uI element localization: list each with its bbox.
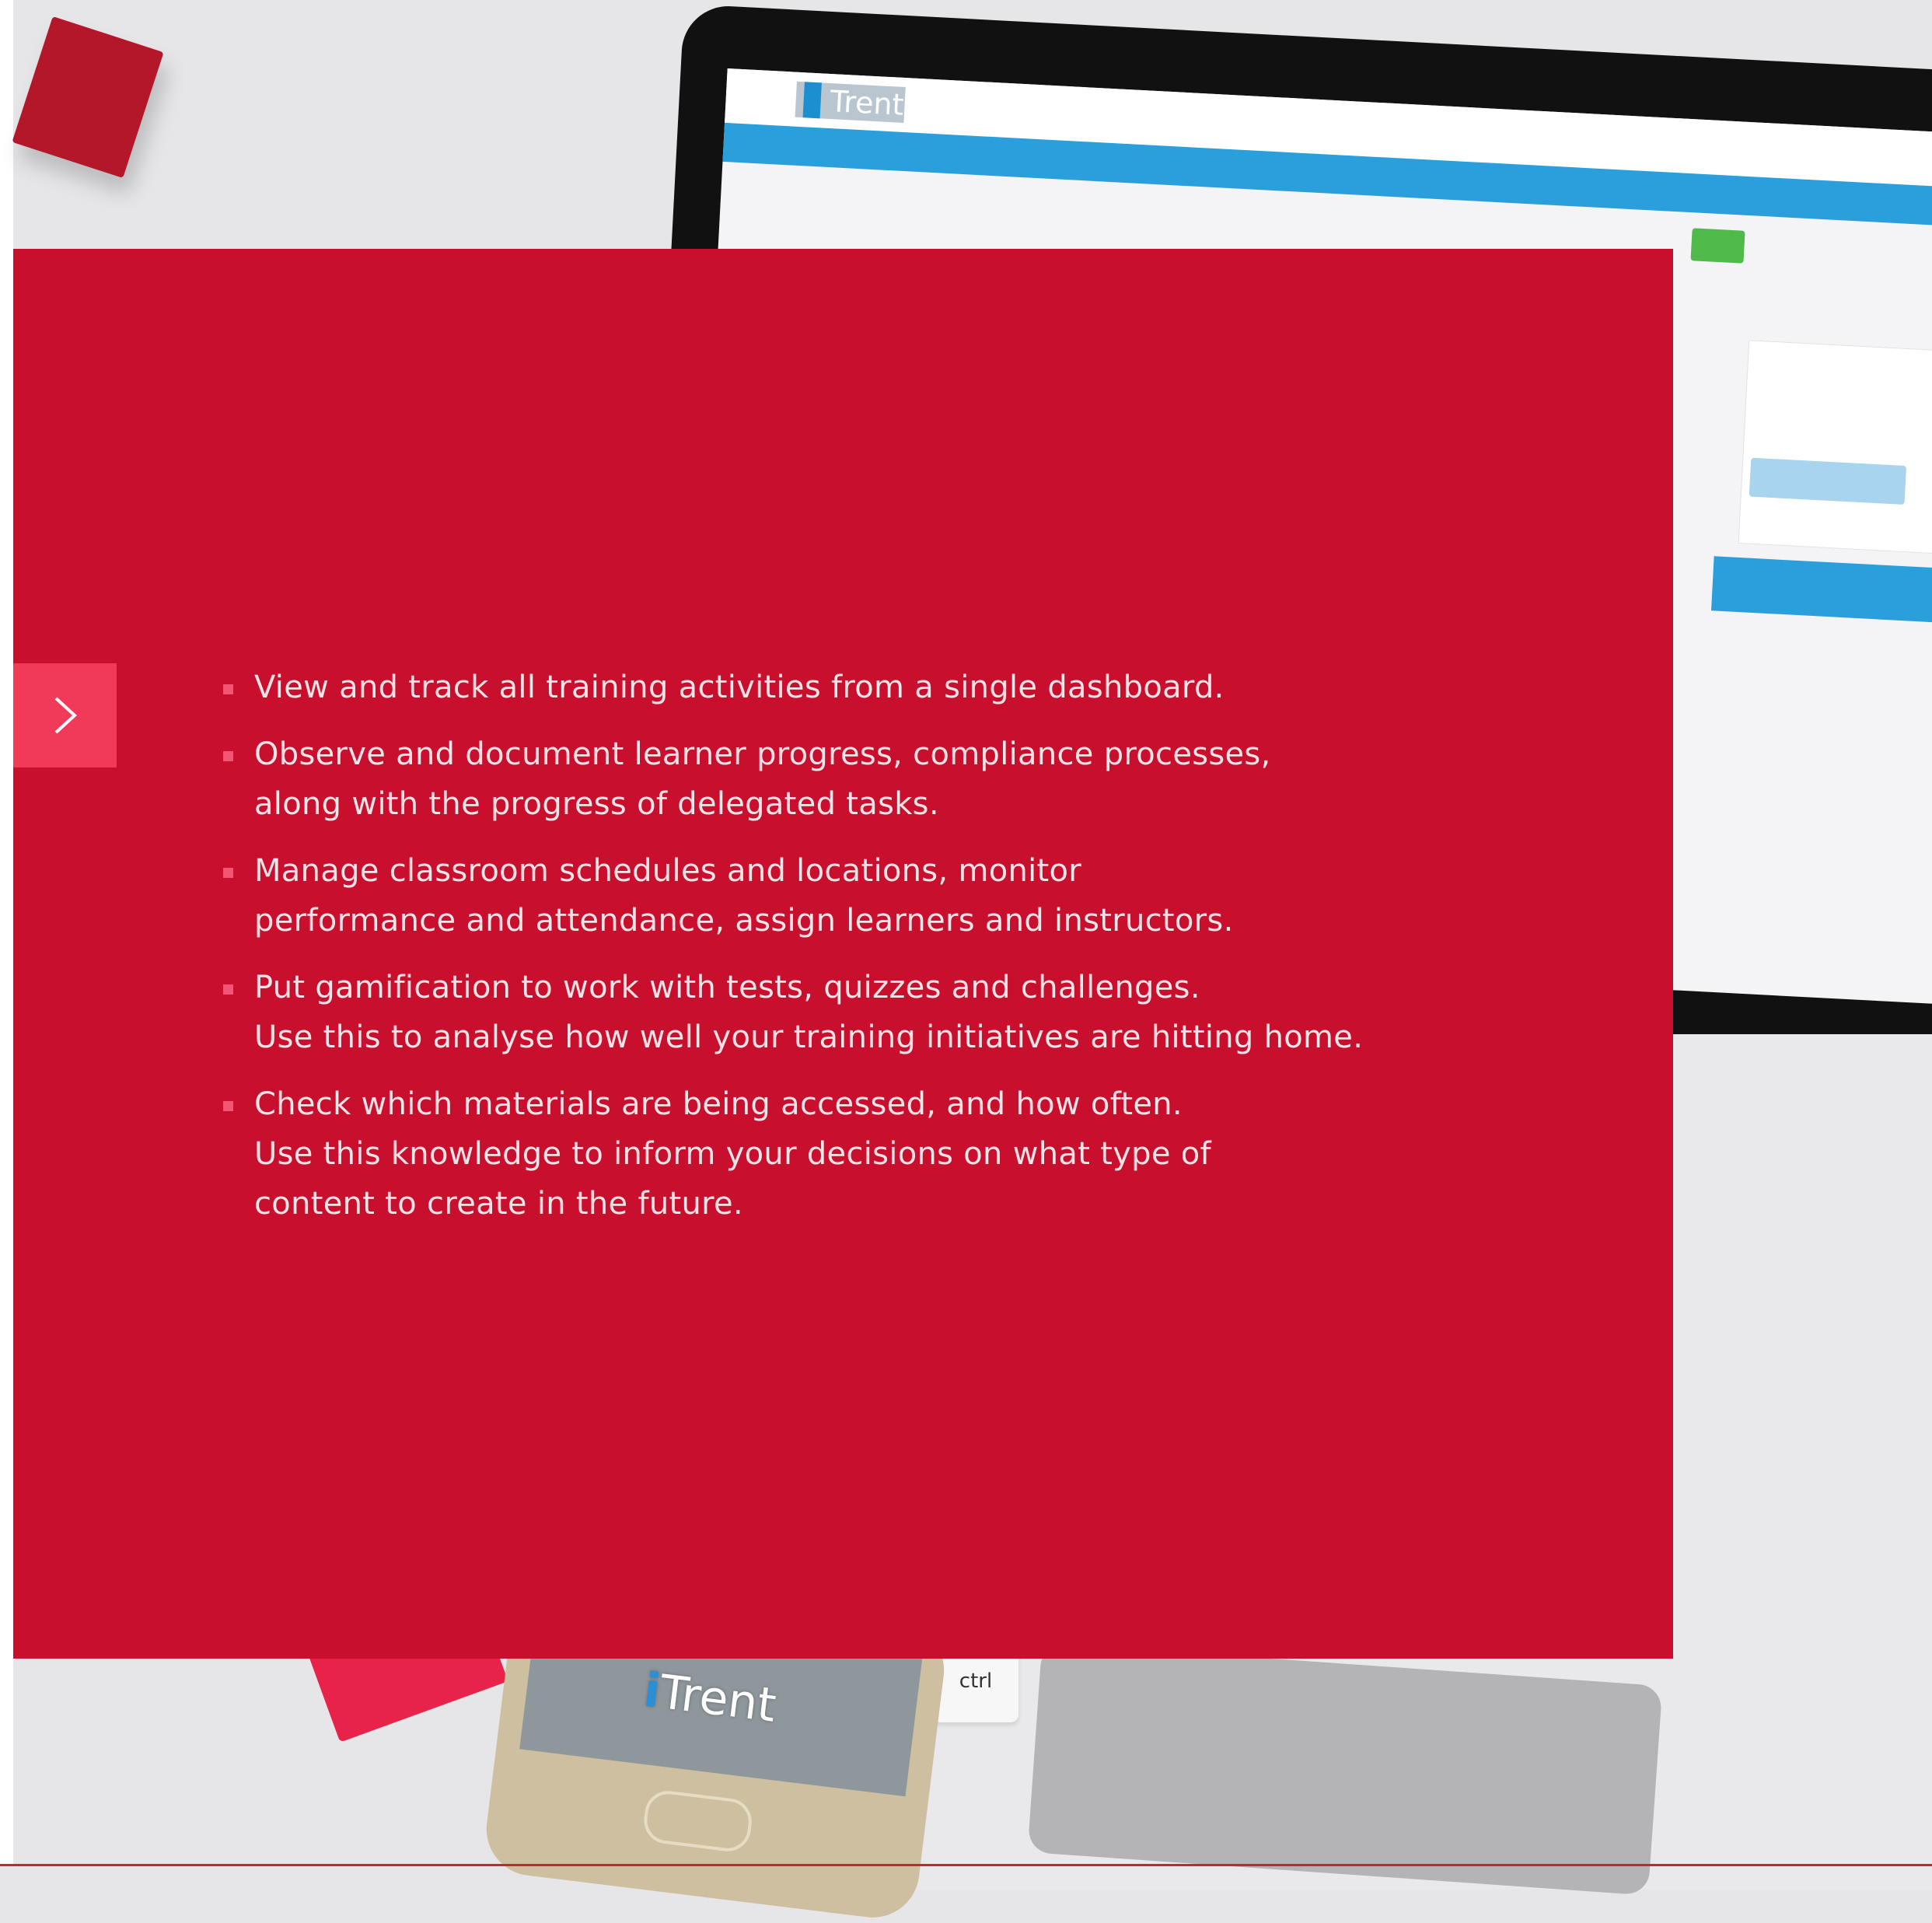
phone-itrent-logo: iTrent bbox=[641, 1663, 778, 1733]
feature-text-line: Use this knowledge to inform your decisi… bbox=[254, 1136, 1211, 1172]
list-item: Put gamification to work with tests, qui… bbox=[223, 963, 1452, 1062]
screen-search-button bbox=[1690, 228, 1745, 264]
list-item: View and track all training activities f… bbox=[223, 663, 1452, 712]
screen-previous-button bbox=[1749, 457, 1907, 505]
feature-text-line: View and track all training activities f… bbox=[254, 670, 1225, 705]
feature-text-line: along with the progress of delegated tas… bbox=[254, 786, 939, 822]
feature-text-line: Check which materials are being accessed… bbox=[254, 1086, 1183, 1122]
decorative-cube bbox=[12, 16, 164, 179]
feature-list: View and track all training activities f… bbox=[223, 663, 1452, 1246]
bullet-square-icon bbox=[223, 684, 233, 694]
feature-text-line: Use this to analyse how well your traini… bbox=[254, 1019, 1364, 1055]
phone-home-button bbox=[641, 1788, 755, 1855]
itrent-i-mark bbox=[802, 82, 822, 119]
itrent-logo-text: Trent bbox=[829, 84, 905, 122]
laptop-trackpad bbox=[1027, 1642, 1663, 1896]
phone-logo-text: Trent bbox=[656, 1665, 779, 1733]
bullet-square-icon bbox=[223, 1101, 233, 1111]
list-item: Observe and document learner progress, c… bbox=[223, 729, 1452, 829]
feature-text-line: performance and attendance, assign learn… bbox=[254, 903, 1234, 939]
itrent-logo: Trent bbox=[795, 81, 906, 123]
feature-text-line: Put gamification to work with tests, qui… bbox=[254, 970, 1200, 1005]
screen-download-strip bbox=[1710, 556, 1932, 624]
bullet-square-icon bbox=[223, 984, 233, 995]
screen-course-card bbox=[1738, 340, 1932, 556]
bullet-square-icon bbox=[223, 751, 233, 761]
bullet-square-icon bbox=[223, 868, 233, 878]
chevron-right-icon bbox=[54, 697, 77, 734]
list-item: Manage classroom schedules and locations… bbox=[223, 846, 1452, 946]
feature-text-line: Manage classroom schedules and locations… bbox=[254, 853, 1082, 889]
feature-text-line: Observe and document learner progress, c… bbox=[254, 736, 1271, 772]
features-panel: View and track all training activities f… bbox=[13, 249, 1673, 1659]
expand-tab-button[interactable] bbox=[13, 663, 117, 767]
feature-text-line: content to create in the future. bbox=[254, 1186, 743, 1222]
page-left-edge bbox=[0, 0, 13, 1866]
list-item: Check which materials are being accessed… bbox=[223, 1079, 1452, 1229]
